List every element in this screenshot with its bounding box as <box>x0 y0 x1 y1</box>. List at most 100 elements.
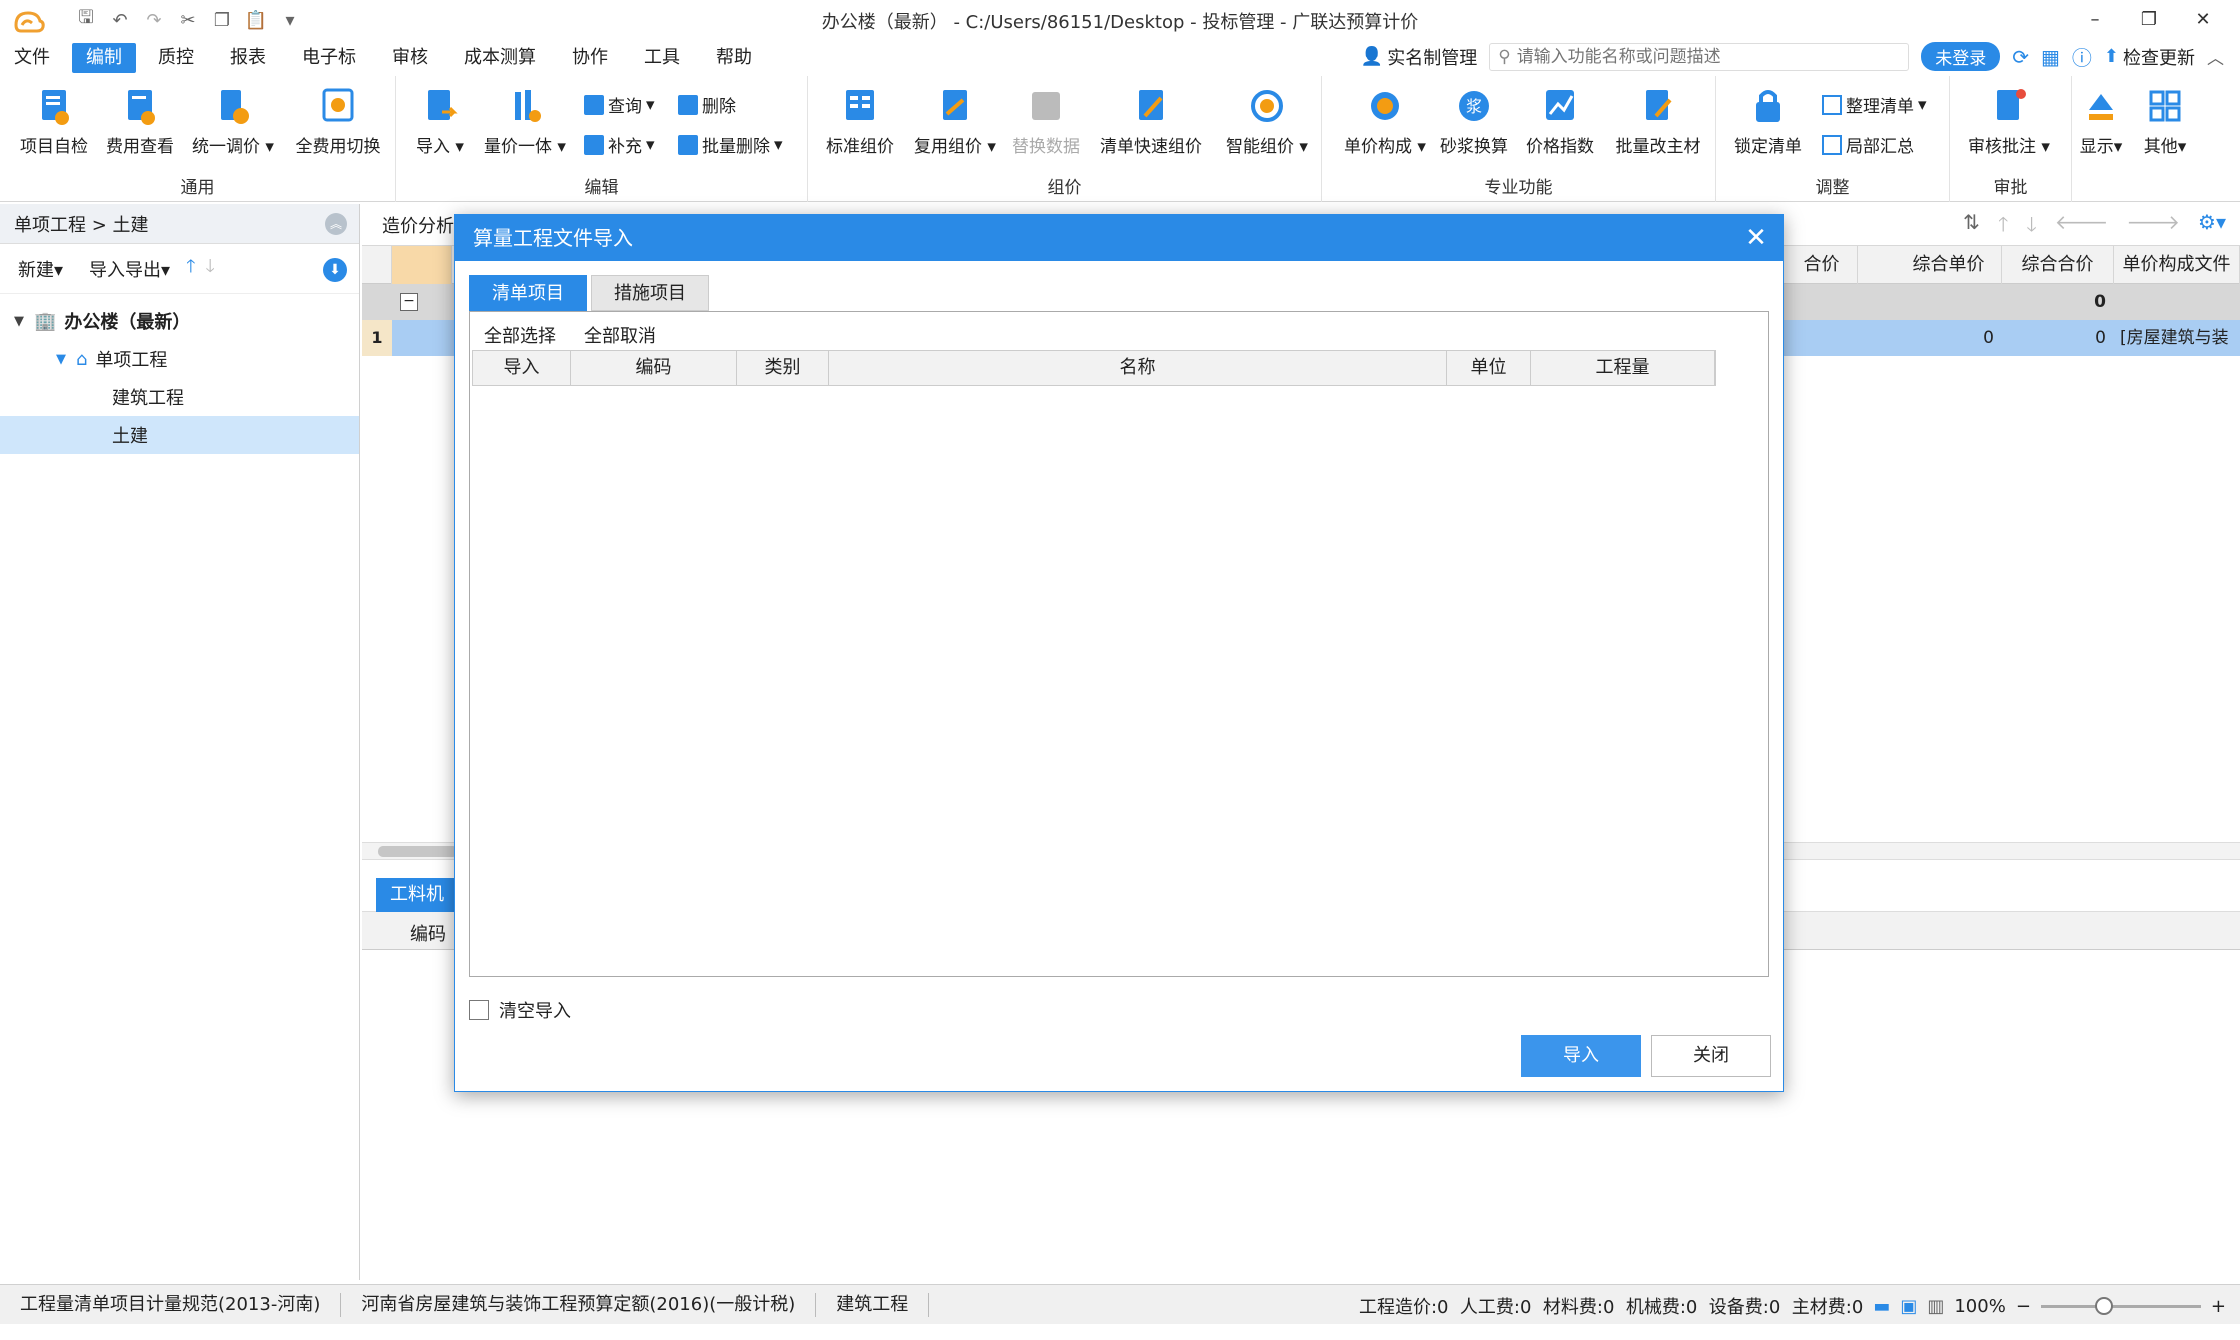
minimize-button[interactable]: – <box>2068 2 2122 36</box>
cut-icon[interactable]: ✂ <box>174 6 202 34</box>
tab-cost-analysis[interactable]: 造价分析 <box>382 212 454 238</box>
undo-icon[interactable]: ↶ <box>106 6 134 34</box>
clear-import-option[interactable]: 清空导入 <box>469 997 571 1023</box>
login-button[interactable]: 未登录 <box>1921 42 2001 71</box>
mortar-convert-button[interactable]: 浆 砂浆换算 <box>1436 86 1512 157</box>
customize-toolbar-icon[interactable]: ▾ <box>276 6 304 34</box>
check-update-button[interactable]: ⬆ 检查更新 <box>2104 44 2195 70</box>
batch-main-material-button[interactable]: 批量改主材 <box>1608 86 1708 157</box>
col-price-file[interactable]: 单价构成文件 <box>2114 246 2240 284</box>
info-icon[interactable]: ⓘ <box>2072 42 2092 71</box>
tab-bill-items[interactable]: 清单项目 <box>469 275 587 311</box>
delete-button[interactable]: 删除 <box>678 92 736 117</box>
zoom-out-icon[interactable]: − <box>2016 1296 2031 1317</box>
batch-delete-button[interactable]: 批量删除 ▾ <box>678 132 783 157</box>
price-index-button[interactable]: 价格指数 <box>1522 86 1598 157</box>
col-code[interactable]: 编码 <box>571 351 737 385</box>
replace-data-button[interactable]: 替换数据 <box>1006 86 1086 157</box>
new-button[interactable]: 新建▾ <box>18 256 63 282</box>
fee-view-button[interactable]: 费用查看 <box>100 86 180 157</box>
menu-edit[interactable]: 编制 <box>72 43 136 73</box>
close-dialog-button[interactable]: 关闭 <box>1651 1035 1771 1077</box>
arrow-right-icon[interactable]: 🡒 <box>2126 210 2180 244</box>
other-button[interactable]: 其他▾ <box>2140 86 2190 157</box>
dialog-close-icon[interactable]: ✕ <box>1741 215 1771 261</box>
quantity-price-button[interactable]: 量价一体 ▾ <box>480 86 570 157</box>
collapse-row-icon[interactable]: − <box>400 293 418 311</box>
redo-icon[interactable]: ↷ <box>140 6 168 34</box>
tree-node-single-project[interactable]: ▼ ⌂ 单项工程 <box>0 340 359 378</box>
select-all-button[interactable]: 全部选择 <box>484 322 556 348</box>
menu-report[interactable]: 报表 <box>216 43 280 73</box>
menu-file[interactable]: 文件 <box>0 43 64 73</box>
search-input[interactable] <box>1516 46 1897 67</box>
review-annotate-button[interactable]: 审核批注 ▾ <box>1964 86 2054 157</box>
close-window-button[interactable]: ✕ <box>2176 2 2230 36</box>
column-settings-icon[interactable]: ⚙▾ <box>2198 210 2226 244</box>
expand-arrow-icon[interactable]: ▼ <box>14 314 24 329</box>
zoom-in-icon[interactable]: + <box>2211 1296 2226 1317</box>
realname-management[interactable]: 👤 实名制管理 <box>1361 44 1477 70</box>
tab-labor-material-machine[interactable]: 工料机 <box>376 878 466 912</box>
col-quantity[interactable]: 工程量 <box>1531 351 1715 385</box>
full-fee-switch-button[interactable]: 全费用切换 <box>288 86 388 157</box>
import-button[interactable]: 导入 ▾ <box>410 86 470 157</box>
copy-icon[interactable]: ❐ <box>208 6 236 34</box>
view-split-icon[interactable]: ▥ <box>1927 1296 1944 1317</box>
organize-list-button[interactable]: 整理清单 ▾ <box>1822 92 1927 117</box>
menu-help[interactable]: 帮助 <box>702 43 766 73</box>
reuse-pricing-button[interactable]: 复用组价 ▾ <box>910 86 1000 157</box>
expand-arrow-icon[interactable]: ▼ <box>56 352 66 367</box>
clear-import-checkbox[interactable] <box>469 1000 489 1020</box>
view-normal-icon[interactable]: ▣ <box>1900 1296 1917 1317</box>
arrow-left-icon[interactable]: 🡐 <box>2055 210 2109 244</box>
col-unit-price[interactable]: 综合单价 <box>1896 246 2002 284</box>
lock-list-button[interactable]: 锁定清单 <box>1730 86 1806 157</box>
paste-icon[interactable]: 📋 <box>242 6 270 34</box>
menu-cost-estimate[interactable]: 成本测算 <box>450 43 550 73</box>
sort-icon[interactable]: ⇅ <box>1963 210 1980 244</box>
col-unit[interactable]: 单位 <box>1447 351 1531 385</box>
menu-review[interactable]: 审核 <box>378 43 442 73</box>
tree-node-project[interactable]: ▼ 🏢 办公楼（最新） <box>0 302 359 340</box>
move-down-icon[interactable]: 🡓 <box>205 254 214 284</box>
unit-price-compose-button[interactable]: 单价构成 ▾ <box>1340 86 1430 157</box>
zoom-slider[interactable] <box>2040 1296 2201 1315</box>
query-button[interactable]: 查询 ▾ <box>584 92 655 117</box>
col-combined-total[interactable]: 综合合价 <box>2002 246 2114 284</box>
import-confirm-button[interactable]: 导入 <box>1521 1035 1641 1077</box>
quick-pricing-button[interactable]: 清单快速组价 <box>1094 86 1208 157</box>
save-icon[interactable]: 🖫 <box>72 6 100 34</box>
collapse-ribbon-icon[interactable]: ︿ <box>2207 44 2224 69</box>
menu-tools[interactable]: 工具 <box>630 43 694 73</box>
supplement-button[interactable]: 补充 ▾ <box>584 132 655 157</box>
view-layout-icon[interactable]: ▬ <box>1873 1296 1890 1317</box>
apps-icon[interactable]: ▦ <box>2041 45 2060 69</box>
standard-pricing-button[interactable]: 标准组价 <box>820 86 900 157</box>
project-selfcheck-button[interactable]: 项目自检 <box>14 86 94 157</box>
download-icon[interactable]: ⬇ <box>323 258 347 282</box>
restore-button[interactable]: ❐ <box>2122 2 2176 36</box>
move-up-icon[interactable]: 🡑 <box>186 254 195 284</box>
tree-node-building[interactable]: 建筑工程 <box>0 378 359 416</box>
menu-collab[interactable]: 协作 <box>558 43 622 73</box>
partial-summary-button[interactable]: 局部汇总 <box>1822 132 1914 157</box>
smart-pricing-button[interactable]: 智能组价 ▾ <box>1222 86 1312 157</box>
arrow-up-icon[interactable]: 🡑 <box>1998 210 2008 244</box>
col-total[interactable]: 合价 <box>1786 246 1858 284</box>
tab-measure-items[interactable]: 措施项目 <box>591 275 709 311</box>
import-export-button[interactable]: 导入导出▾ <box>89 256 170 282</box>
menu-ebid[interactable]: 电子标 <box>288 43 370 73</box>
tree-node-civil[interactable]: 土建 <box>0 416 359 454</box>
menu-quality[interactable]: 质控 <box>144 43 208 73</box>
col-code[interactable]: 编码 <box>410 920 446 946</box>
unified-adjust-button[interactable]: 统一调价 ▾ <box>188 86 278 157</box>
deselect-all-button[interactable]: 全部取消 <box>584 322 656 348</box>
refresh-icon[interactable]: ⟳ <box>2012 45 2029 69</box>
col-import[interactable]: 导入 <box>473 351 571 385</box>
col-category[interactable]: 类别 <box>737 351 829 385</box>
display-button[interactable]: 显示▾ <box>2076 86 2126 157</box>
arrow-down-icon[interactable]: 🡓 <box>2026 210 2036 244</box>
function-search[interactable]: ⚲ <box>1489 42 1910 71</box>
collapse-panel-icon[interactable]: ︽ <box>325 213 347 235</box>
